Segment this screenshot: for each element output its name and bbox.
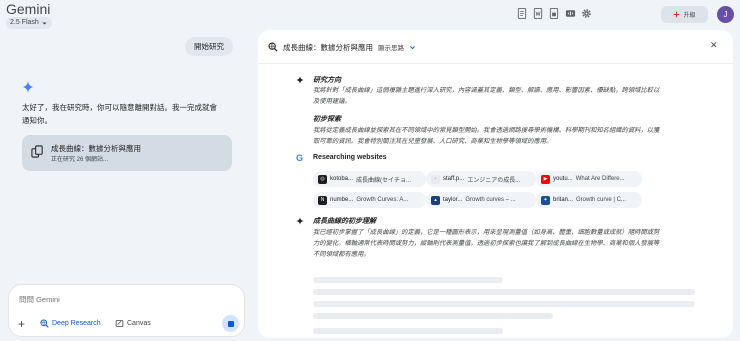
website-chip[interactable]: ✦ britan... Growth curve | C... (536, 192, 642, 208)
website-chip[interactable]: ▴ taylor... Growth curves – ... (426, 192, 536, 208)
plus-spark-icon (674, 11, 680, 18)
user-message: 開始研究 (185, 37, 233, 56)
loading-skeleton (313, 313, 553, 319)
section-body: 我將從定義成長曲線並探索其在不同領域中的常見類型開始。我會透過網路搜尋學術機構、… (313, 125, 693, 147)
chevron-down-icon (410, 45, 415, 49)
prompt-input[interactable] (19, 295, 219, 304)
website-host: numbe... (330, 197, 354, 203)
audio-overview-icon[interactable] (564, 7, 576, 19)
website-host: youtu... (553, 176, 573, 182)
google-g-icon: G (296, 153, 304, 163)
file-convert-icon[interactable] (548, 7, 560, 19)
taylorfrancis-favicon-icon: ▴ (431, 195, 440, 205)
document-icon[interactable] (516, 7, 528, 19)
research-panel-icon (268, 42, 278, 52)
website-title: Growth curve | C... (576, 197, 626, 203)
close-icon[interactable]: ✕ (710, 40, 718, 51)
website-host: kotoba... (330, 176, 354, 182)
section-title: 初步探索 (313, 116, 341, 123)
section-line: 我已經初步掌握了「成長曲線」的定義，它是一種圖形表示，用來呈現測量值（如身高、體… (313, 229, 660, 236)
research-panel: 成長曲線：數據分析與應用 顯示思路 ✕ 研究方向 我將針對「成長曲線」這個複雜主… (258, 30, 733, 338)
composer: + Deep Research Canvas (8, 284, 245, 337)
user-avatar[interactable]: J (717, 6, 734, 23)
website-host: staff.p... (443, 176, 465, 182)
research-card-status: 正在研究 26 個網站... (51, 157, 109, 163)
research-docs-icon (31, 145, 43, 158)
section-line: 我將針對「成長曲線」這個複雜主題進行深入研究，內容涵蓋其定義、類型、解讀、應用、… (313, 87, 660, 94)
reply-line: 太好了，我在研究時，你可以隨意離開對話。我一完成就會 (22, 103, 217, 112)
model-label: 2.5 Flash (10, 19, 39, 26)
research-card[interactable]: 成長曲線：數據分析與應用 正在研究 26 個網站... (22, 135, 232, 171)
show-thinking-toggle[interactable]: 顯示思路 (378, 42, 416, 52)
canvas-icon (115, 320, 124, 327)
kotobank-favicon-icon: ◎ (318, 174, 327, 184)
section-title: 成長曲線的初步理解 (313, 218, 376, 225)
website-chip[interactable]: ◎ kotoba... 成長曲線(セイチョ... (313, 171, 426, 187)
add-attachment-plus-icon[interactable]: + (18, 318, 25, 330)
website-chip[interactable]: N numbe... Growth Curves: A... (313, 192, 426, 208)
top-toolbar (516, 7, 592, 19)
websites-title: Researching websites (313, 154, 387, 161)
loading-skeleton (313, 301, 695, 307)
show-thinking-label: 顯示思路 (378, 45, 404, 52)
section-line: 我將從定義成長曲線並探索其在不同領域中的常見類型開始。我會透過網路搜尋學術機構、… (313, 127, 660, 134)
website-title: Growth Curves: A... (356, 197, 409, 203)
thinking-spark-icon (296, 76, 304, 84)
website-title: Growth curves – ... (465, 197, 516, 203)
numberanalytics-favicon-icon: N (318, 195, 327, 205)
model-selector[interactable]: 2.5 Flash (6, 17, 52, 29)
stop-square-icon (227, 320, 234, 327)
section-line: 及使用建議。 (313, 98, 351, 105)
canvas-toggle[interactable]: Canvas (115, 319, 151, 328)
website-title: What Are Differe... (575, 176, 625, 182)
website-title: 成長曲線(セイチョ... (356, 177, 412, 184)
britannica-favicon-icon: ✦ (541, 195, 550, 205)
loading-skeleton (313, 328, 503, 334)
website-title: エンジニアの成長... (467, 177, 521, 184)
reply-line: 通知你。 (22, 116, 52, 125)
chevron-down-icon (42, 21, 47, 25)
website-chip[interactable]: ▶ youtu... What Are Differe... (536, 171, 642, 187)
deep-research-label: Deep Research (52, 320, 101, 327)
section-line: 取可靠的資訊。我會特別關注其在兒童發展、人口研究、商業和生物學等領域的應用。 (313, 138, 553, 145)
section-title: 研究方向 (313, 77, 341, 84)
loading-skeleton (313, 289, 695, 295)
section-body: 我已經初步掌握了「成長曲線」的定義，它是一種圖形表示，用來呈現測量值（如身高、體… (313, 227, 693, 260)
section-body: 我將針對「成長曲線」這個複雜主題進行深入研究，內容涵蓋其定義、類型、解讀、應用、… (313, 85, 693, 107)
stop-button[interactable] (222, 315, 239, 332)
upgrade-label: 升級 (683, 13, 696, 19)
settings-gear-icon[interactable] (580, 7, 592, 19)
section-line: 力的變化。橫軸通常代表時間或努力，縱軸則代表測量值。透過初步探索也讓我了解到成長… (313, 240, 660, 247)
staff-favicon-icon: ◦ (431, 174, 440, 184)
deep-research-globe-icon (40, 319, 49, 328)
deep-research-toggle[interactable]: Deep Research (40, 319, 101, 328)
word-export-icon[interactable] (532, 7, 544, 19)
website-host: taylor... (443, 197, 463, 203)
canvas-label: Canvas (127, 320, 151, 327)
assistant-reply: 太好了，我在研究時，你可以隨意離開對話。我一完成就會 通知你。 (22, 101, 244, 127)
upgrade-button[interactable]: 升級 (661, 6, 708, 23)
website-host: britan... (553, 197, 574, 203)
app-title: Gemini (6, 1, 51, 17)
website-chip[interactable]: ◦ staff.p... エンジニアの成長... (426, 171, 536, 187)
research-card-title: 成長曲線：數據分析與應用 (51, 144, 141, 153)
youtube-favicon-icon: ▶ (541, 174, 550, 184)
section-line: 不同領域都有應用。 (313, 251, 370, 258)
thinking-spark-icon (296, 217, 304, 225)
panel-divider (258, 63, 733, 64)
panel-title: 成長曲線：數據分析與應用 (283, 43, 373, 52)
loading-skeleton (313, 277, 503, 283)
gemini-spark-icon (22, 81, 34, 93)
